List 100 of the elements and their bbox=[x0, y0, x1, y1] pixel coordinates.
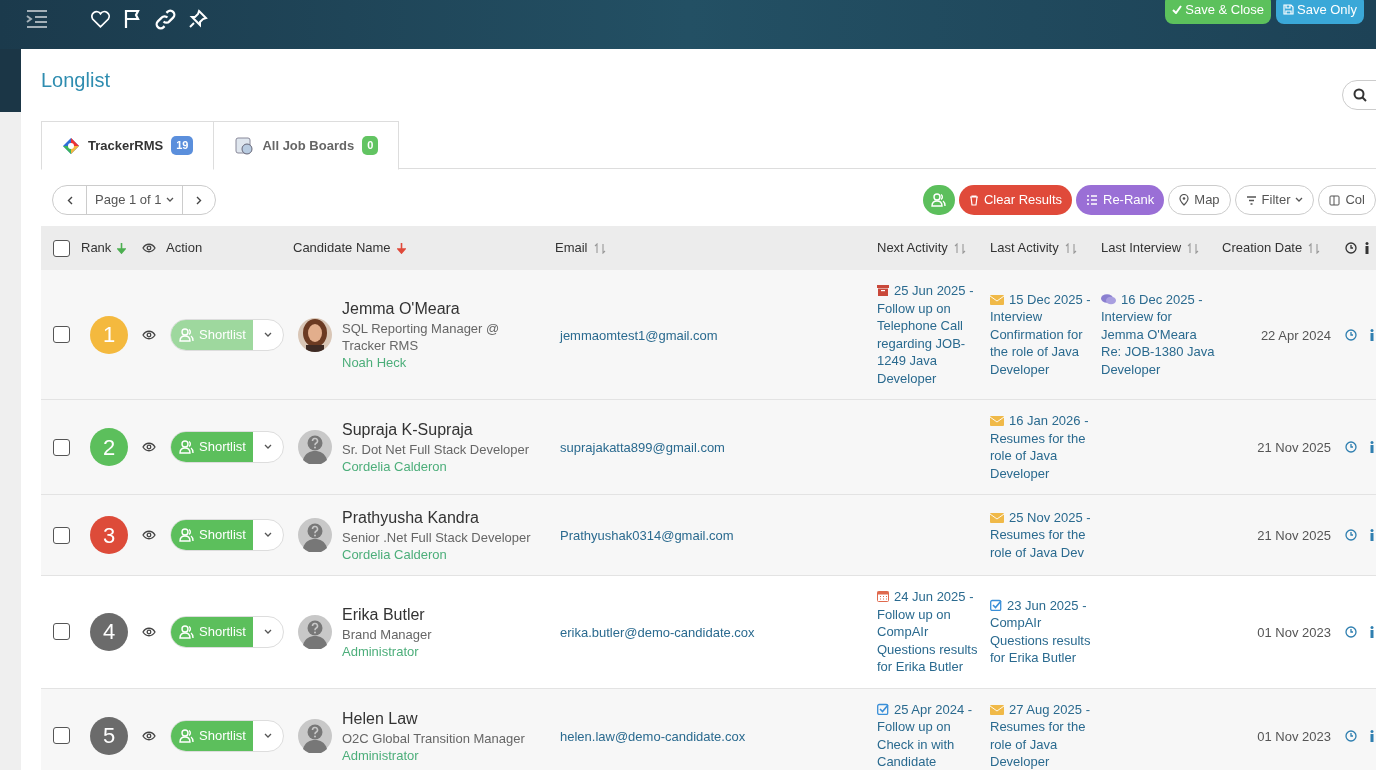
heart-icon[interactable] bbox=[90, 9, 111, 29]
creation-date: 21 Nov 2025 bbox=[1257, 440, 1331, 455]
next-activity-link[interactable]: 24 Jun 2025 - Follow up on CompAIr Questions results for Erika Butler bbox=[877, 588, 984, 676]
checkbox[interactable] bbox=[52, 526, 70, 544]
column-header[interactable]: Creation Date bbox=[1222, 238, 1303, 258]
column-header[interactable]: Last Activity bbox=[990, 238, 1059, 258]
calendar-icon bbox=[877, 590, 889, 602]
menu-icon[interactable] bbox=[26, 9, 48, 29]
list-order-icon bbox=[1086, 195, 1098, 205]
column-header[interactable]: Next Activity bbox=[877, 238, 948, 258]
filter-button[interactable]: Filter bbox=[1234, 185, 1315, 215]
creation-date: 01 Nov 2023 bbox=[1257, 624, 1331, 640]
chevron-right-icon bbox=[195, 195, 202, 205]
column-header[interactable]: Candidate Name bbox=[293, 238, 391, 258]
last-activity-link[interactable]: 16 Jan 2026 - Resumes for the role of Java Developer bbox=[990, 412, 1095, 482]
columns-icon bbox=[1329, 194, 1341, 206]
envelope-icon bbox=[990, 512, 1004, 523]
eye-icon[interactable] bbox=[142, 626, 156, 637]
count-badge: 0 bbox=[362, 136, 379, 155]
sort-icon[interactable] bbox=[953, 242, 966, 254]
tab[interactable]: TrackerRMS 19 bbox=[41, 121, 215, 170]
email-link[interactable]: helen.law@demo-candidate.cox bbox=[560, 728, 746, 744]
shortlist-button[interactable] bbox=[922, 185, 955, 215]
rank-badge: 5 bbox=[90, 716, 128, 755]
creation-date: 22 Apr 2024 bbox=[1260, 327, 1331, 343]
sort-icon[interactable] bbox=[1064, 242, 1077, 254]
trash-icon bbox=[968, 194, 979, 206]
people-icon bbox=[179, 440, 194, 454]
last-activity-link[interactable]: 27 Aug 2025 - Resumes for the role of Java Developer bbox=[990, 700, 1095, 770]
next-activity-link[interactable]: 25 Jun 2025 - Follow up on Telephone Call regarding JOB-1249 Java Developer bbox=[877, 282, 984, 387]
candidate-name[interactable]: Jemma O'Meara bbox=[342, 298, 542, 320]
sort-icon[interactable] bbox=[1187, 242, 1200, 254]
caret-icon bbox=[1295, 197, 1304, 203]
email-link[interactable]: jemmaomtest1@gmail.com bbox=[560, 327, 718, 343]
people-icon bbox=[931, 193, 947, 207]
email-link[interactable]: Prathyushak0314@gmail.com bbox=[560, 528, 734, 543]
clock-icon[interactable] bbox=[1345, 242, 1357, 254]
caret-icon bbox=[165, 197, 174, 203]
rank-badge: 1 bbox=[90, 315, 128, 354]
people-icon bbox=[179, 528, 194, 542]
candidate-name[interactable]: Helen Law bbox=[342, 707, 542, 730]
columns-button[interactable]: Col bbox=[1318, 185, 1376, 215]
page-select[interactable]: Page 1 of 1 bbox=[87, 186, 183, 214]
candidate-job-title: Senior .Net Full Stack Developer bbox=[342, 529, 532, 546]
logo-icon bbox=[62, 136, 80, 155]
eye-icon[interactable] bbox=[142, 329, 156, 340]
map-button[interactable]: Map bbox=[1168, 185, 1231, 215]
eye-icon[interactable] bbox=[142, 730, 156, 741]
checkbox[interactable] bbox=[52, 438, 70, 456]
page-title: Longlist bbox=[41, 68, 110, 93]
candidate-job-title: SQL Reporting Manager @ Tracker RMS bbox=[342, 320, 501, 354]
checked-box-icon bbox=[877, 702, 889, 715]
email-link[interactable]: erika.butler@demo-candidate.cox bbox=[560, 624, 755, 640]
eye-icon[interactable] bbox=[142, 530, 156, 540]
last-activity-link[interactable]: 25 Nov 2025 - Resumes for the role of Java Dev bbox=[990, 508, 1095, 562]
info-icon[interactable] bbox=[1365, 242, 1369, 254]
eye-icon[interactable] bbox=[142, 442, 156, 452]
candidate-job-title: Brand Manager bbox=[342, 625, 433, 643]
re-rank-button[interactable]: Re-Rank bbox=[1076, 185, 1165, 215]
candidate-name[interactable]: Erika Butler bbox=[342, 603, 542, 626]
people-icon bbox=[179, 624, 194, 639]
last-interview-link[interactable]: 16 Dec 2025 - Interview for Jemma O'Meara Re: JOB-1380 Java Developer bbox=[1101, 290, 1216, 379]
eye-icon[interactable] bbox=[142, 243, 156, 253]
caret-icon bbox=[263, 331, 272, 338]
caret-icon bbox=[263, 444, 272, 450]
filter-icon bbox=[1245, 195, 1257, 205]
sort-icon[interactable] bbox=[593, 242, 606, 254]
pin-icon[interactable] bbox=[188, 9, 208, 29]
email-link[interactable]: suprajakatta899@gmail.com bbox=[560, 440, 725, 455]
archive-box-icon bbox=[877, 285, 889, 296]
column-header[interactable]: Rank bbox=[81, 238, 112, 258]
envelope-icon bbox=[990, 294, 1004, 305]
checkbox[interactable] bbox=[52, 326, 70, 343]
people-icon bbox=[179, 728, 194, 743]
rank-badge: 4 bbox=[90, 612, 128, 651]
last-activity-link[interactable]: 15 Dec 2025 - Interview Confirmation for the role of Java Developer bbox=[990, 290, 1095, 379]
column-header[interactable]: Email bbox=[555, 238, 588, 258]
checkbox[interactable] bbox=[52, 623, 70, 641]
column-header[interactable]: Action bbox=[166, 238, 203, 258]
tab[interactable]: All Job Boards 0 bbox=[213, 121, 400, 170]
checkbox[interactable] bbox=[52, 239, 70, 257]
chat-bubbles-icon bbox=[1101, 293, 1116, 305]
people-icon bbox=[179, 327, 194, 342]
link-icon[interactable] bbox=[155, 9, 176, 30]
candidate-name[interactable]: Prathyusha Kandra bbox=[342, 507, 542, 529]
search-icon bbox=[1353, 88, 1367, 102]
last-activity-link[interactable]: 23 Jun 2025 - CompAIr Questions results for Erika Butler bbox=[990, 596, 1095, 667]
sort-down-icon[interactable] bbox=[117, 242, 127, 254]
next-activity-link[interactable]: 25 Apr 2024 - Follow up on Check in with Candidate bbox=[877, 700, 984, 770]
checkmark-icon bbox=[1172, 5, 1183, 15]
creation-date: 21 Nov 2025 bbox=[1257, 528, 1331, 543]
sort-down-icon[interactable] bbox=[396, 242, 406, 254]
clear-results-button[interactable]: Clear Results bbox=[958, 185, 1072, 215]
candidate-name[interactable]: Supraja K-Supraja bbox=[342, 419, 542, 441]
sort-icon[interactable] bbox=[1308, 242, 1321, 254]
boards-icon bbox=[234, 135, 255, 156]
checkbox[interactable] bbox=[52, 727, 70, 744]
checked-box-icon bbox=[990, 598, 1002, 611]
envelope-icon bbox=[990, 416, 1004, 426]
column-header[interactable]: Last Interview bbox=[1101, 238, 1182, 258]
